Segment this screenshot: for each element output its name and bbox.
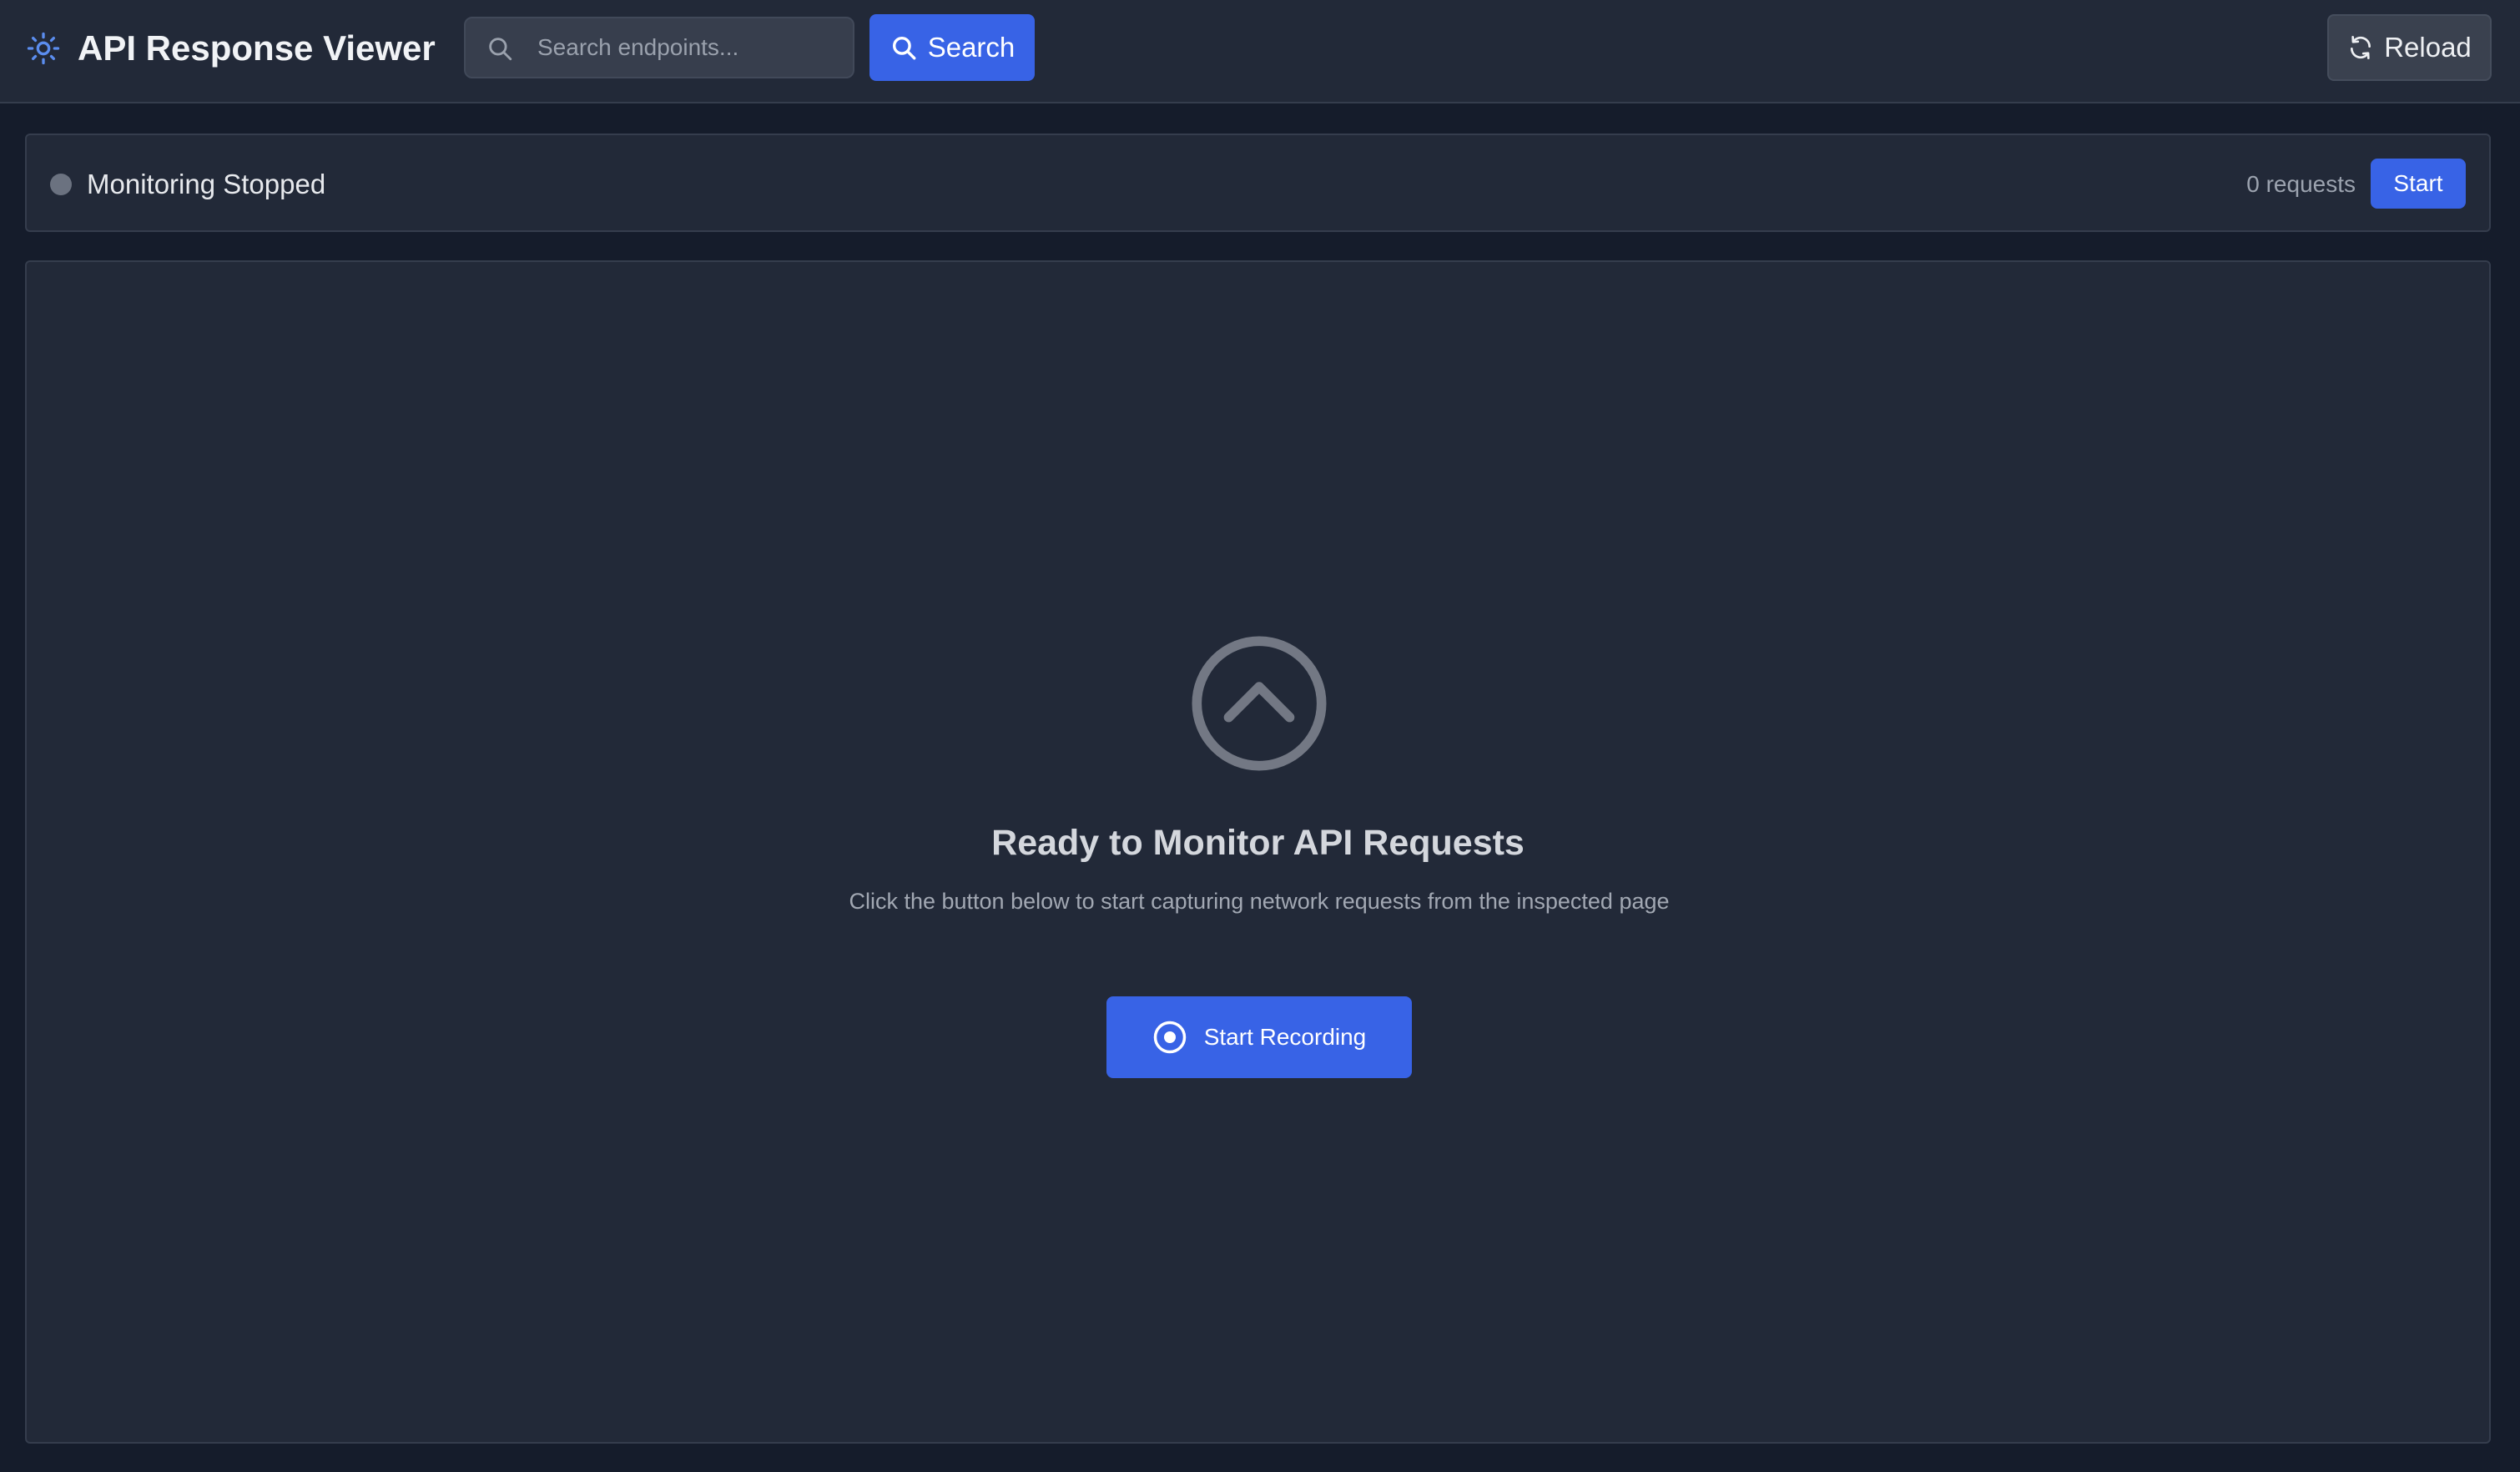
reload-button-label: Reload xyxy=(2384,32,2472,63)
search-icon xyxy=(892,36,916,60)
app-title: API Response Viewer xyxy=(78,28,436,68)
record-icon xyxy=(1153,1021,1186,1054)
status-indicator-dot xyxy=(50,174,72,195)
main-panel: Ready to Monitor API Requests Click the … xyxy=(25,260,2491,1444)
app-header: API Response Viewer Search Reload xyxy=(0,0,2520,103)
start-button[interactable]: Start xyxy=(2371,159,2466,209)
search-box[interactable] xyxy=(464,17,854,78)
chevron-up-circle-icon xyxy=(1192,636,1327,771)
search-button-label: Search xyxy=(927,32,1016,63)
status-bar: Monitoring Stopped 0 requests Start xyxy=(25,134,2491,232)
search-button[interactable]: Search xyxy=(869,14,1035,81)
empty-state-title: Ready to Monitor API Requests xyxy=(991,823,1525,863)
search-input[interactable] xyxy=(537,18,846,77)
sun-icon xyxy=(27,32,60,65)
search-icon xyxy=(489,38,512,61)
reload-icon xyxy=(2351,36,2371,59)
empty-state-description: Click the button below to start capturin… xyxy=(849,889,1670,914)
start-recording-label: Start Recording xyxy=(1203,1024,1367,1050)
status-text: Monitoring Stopped xyxy=(87,169,326,199)
reload-button[interactable]: Reload xyxy=(2327,14,2492,81)
start-recording-button[interactable]: Start Recording xyxy=(1106,996,1412,1078)
request-count: 0 requests xyxy=(2246,171,2356,197)
